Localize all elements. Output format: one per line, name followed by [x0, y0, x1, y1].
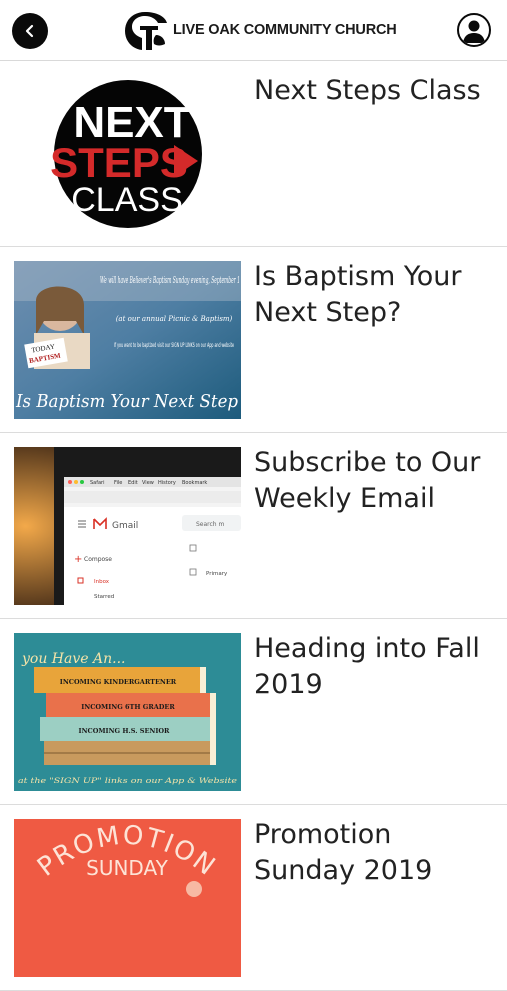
sunday-word: SUNDAY — [86, 856, 168, 880]
menu-history: History — [158, 480, 176, 486]
list-item[interactable]: PROMOTION SUNDAY Promotion Sunday 2019 — [0, 805, 507, 991]
menu-bookmark: Bookmark — [182, 480, 207, 486]
user-profile-icon — [463, 20, 485, 43]
class-word: CLASS — [71, 181, 183, 219]
baptism-thumbnail: TODAY BAPTISM We will have Believer's Ba… — [14, 261, 241, 419]
back-button[interactable] — [12, 13, 48, 49]
fall-script: you Have An... — [21, 651, 125, 667]
baptism-footer: Is Baptism Your Next Step — [15, 391, 238, 412]
fall-thumbnail: you Have An... INCOMING KINDERGARTENER I… — [14, 633, 241, 791]
baptism-script-sub: (at our annual Picnic & Baptism) — [116, 315, 233, 323]
profile-button[interactable] — [457, 13, 491, 47]
list-item[interactable]: Safari File Edit View History Bookmark G… — [0, 433, 507, 619]
gmail-compose: Compose — [84, 556, 112, 563]
list-item[interactable]: NEXT STEPS CLASS Next Steps Class — [0, 61, 507, 247]
menu-safari: Safari — [90, 480, 105, 486]
list-item[interactable]: TODAY BAPTISM We will have Believer's Ba… — [0, 247, 507, 433]
chevron-left-icon — [25, 24, 34, 38]
baptism-script-top: We will have Believer's Baptism Sunday e… — [100, 276, 240, 286]
steps-word: STEPS — [50, 139, 188, 186]
menu-file: File — [114, 480, 122, 486]
church-logo-icon — [125, 12, 167, 50]
item-title: Heading into Fall 2019 — [254, 633, 480, 700]
item-title: Promotion Sunday 2019 — [254, 819, 433, 886]
book-hs-senior: INCOMING H.S. SENIOR — [79, 727, 170, 735]
list-item[interactable]: you Have An... INCOMING KINDERGARTENER I… — [0, 619, 507, 805]
book-6th-grader: INCOMING 6TH GRADER — [81, 703, 175, 711]
church-name: LIVE OAK COMMUNITY CHURCH — [173, 22, 397, 38]
app-header: LIVE OAK COMMUNITY CHURCH — [0, 0, 507, 61]
church-brand: LIVE OAK COMMUNITY CHURCH — [123, 8, 397, 52]
baptism-body: If you want to be baptized visit our SIG… — [114, 341, 234, 349]
gmail-inbox: Inbox — [94, 579, 110, 585]
fall-footer: at the "SIGN UP" links on our App & Webs… — [18, 776, 238, 785]
email-thumbnail: Safari File Edit View History Bookmark G… — [14, 447, 241, 605]
item-title: Subscribe to Our Weekly Email — [254, 447, 481, 514]
menu-view: View — [142, 480, 154, 486]
promotion-thumbnail: PROMOTION SUNDAY — [14, 819, 241, 977]
gmail-search: Search m — [196, 521, 225, 528]
gmail-label: Gmail — [112, 521, 138, 531]
item-title: Next Steps Class — [254, 75, 481, 106]
svg-text:+: + — [74, 554, 82, 565]
next-steps-thumbnail: NEXT STEPS CLASS — [14, 75, 241, 233]
content-list: NEXT STEPS CLASS Next Steps Class TODAY … — [0, 61, 507, 991]
item-title: Is Baptism Your Next Step? — [254, 261, 462, 328]
gmail-starred: Starred — [94, 594, 114, 600]
menu-edit: Edit — [128, 480, 138, 486]
book-kindergartener: INCOMING KINDERGARTENER — [60, 678, 177, 686]
gmail-primary: Primary — [206, 571, 228, 577]
